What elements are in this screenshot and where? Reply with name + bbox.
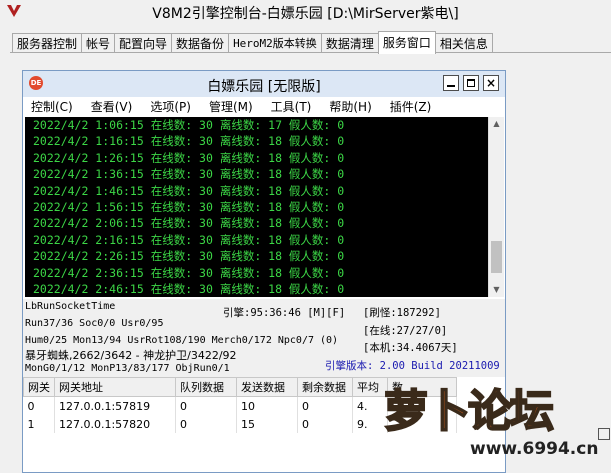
socket-status: LbRunSocketTime (25, 301, 116, 312)
online-count: [在线:27/27/0] (363, 325, 448, 337)
log-line: 2022/4/2 2:16:15 在线数: 30 离线数: 18 假人数: 0 (33, 232, 345, 247)
window-title-bar: V8M2引擎控制台-白嫖乐园 [D:\MirServer紫电\] (0, 0, 611, 24)
menu-manage[interactable]: 管理(M) (201, 97, 253, 117)
window-title: V8M2引擎控制台-白嫖乐园 [D:\MirServer紫电\] (152, 6, 459, 22)
log-line: 2022/4/2 1:46:15 在线数: 30 离线数: 18 假人数: 0 (33, 183, 345, 198)
log-line: 2022/4/2 1:26:15 在线数: 30 离线数: 18 假人数: 0 (33, 150, 345, 165)
table-cell: 10 (236, 396, 298, 415)
watermark-url: www.6994.cn (470, 439, 599, 459)
boss-status: 暴牙蜘蛛,2662/3642 - 神龙护卫/3422/92 (25, 349, 237, 362)
table-cell: 0 (297, 415, 353, 433)
site-watermark: 萝卜论坛 www.6994.cn (383, 371, 611, 471)
engine-runtime: 引擎:95:36:46 [M][F] (223, 307, 346, 319)
column-header[interactable]: 发送数据 (236, 377, 298, 397)
menu-tools[interactable]: 工具(T) (263, 97, 312, 117)
tab-data-backup[interactable]: 数据备份 (171, 33, 230, 54)
watermark-logo: 萝卜论坛 (383, 385, 555, 438)
console-scrollbar[interactable]: ▲ ▼ (488, 117, 504, 297)
log-line: 2022/4/2 1:16:15 在线数: 30 离线数: 18 假人数: 0 (33, 134, 345, 149)
hum-stats: Hum0/25 Mon13/94 UsrRot108/190 Merch0/17… (25, 335, 339, 346)
column-header[interactable]: 网关 (23, 377, 55, 397)
minimize-button[interactable] (443, 75, 459, 91)
tab-config-wizard[interactable]: 配置向导 (114, 33, 173, 54)
run-stats: Run37/36 Soc0/0 Usr0/95 (25, 318, 164, 329)
scroll-thumb[interactable] (491, 241, 502, 273)
local-uptime: [本机:34.4067天] (363, 342, 458, 354)
log-line: 2022/4/2 2:06:15 在线数: 30 离线数: 18 假人数: 0 (33, 216, 345, 231)
status-panel: LbRunSocketTime 引擎:95:36:46 [M][F] [刷怪:1… (23, 299, 505, 377)
tab-herom2-convert[interactable]: HeroM2版本转换 (228, 33, 322, 54)
refresh-monster-count: [刷怪:187292] (363, 307, 441, 319)
menu-options[interactable]: 选项(P) (142, 97, 191, 117)
log-line: 2022/4/2 2:36:15 在线数: 30 离线数: 18 假人数: 0 (33, 265, 345, 280)
table-cell: 0 (23, 396, 55, 415)
engine-window-title: 白嫖乐园 [无限版] (207, 79, 321, 95)
log-line: 2022/4/2 1:36:15 在线数: 30 离线数: 18 假人数: 0 (33, 167, 345, 182)
column-header[interactable]: 平均 (352, 377, 388, 397)
table-cell: 127.0.0.1:57820 (54, 415, 176, 433)
table-cell: 0 (175, 396, 237, 415)
menu-control[interactable]: 控制(C) (23, 97, 73, 117)
menu-plugins[interactable]: 插件(Z) (382, 97, 432, 117)
tab-service-window[interactable]: 服务窗口 (377, 31, 436, 54)
engine-title-bar: DE 白嫖乐园 [无限版] × (23, 71, 505, 97)
tab-account[interactable]: 帐号 (81, 33, 116, 54)
maximize-button[interactable] (463, 75, 479, 91)
log-console[interactable]: 2022/4/2 1:06:15 在线数: 30 离线数: 17 假人数: 0 … (25, 117, 488, 297)
main-tabs: 服务器控制 帐号 配置向导 数据备份 HeroM2版本转换 数据清理 服务窗口 … (12, 31, 493, 54)
log-line: 2022/4/2 1:56:15 在线数: 30 离线数: 18 假人数: 0 (33, 199, 345, 214)
menu-view[interactable]: 查看(V) (83, 97, 133, 117)
menu-bar: 控制(C) 查看(V) 选项(P) 管理(M) 工具(T) 帮助(H) 插件(Z… (23, 97, 505, 117)
tab-server-control[interactable]: 服务器控制 (12, 33, 83, 54)
table-cell: 1 (23, 415, 55, 433)
menu-help[interactable]: 帮助(H) (321, 97, 371, 117)
table-cell: 0 (297, 396, 353, 415)
table-cell: 15 (236, 415, 298, 433)
table-cell: 127.0.0.1:57819 (54, 396, 176, 415)
table-cell: 0 (175, 415, 237, 433)
scroll-up-icon[interactable]: ▲ (489, 117, 504, 131)
scroll-down-icon[interactable]: ▼ (489, 283, 504, 297)
log-line: 2022/4/2 1:06:15 在线数: 30 离线数: 17 假人数: 0 (33, 118, 345, 132)
log-line: 2022/4/2 2:46:15 在线数: 30 离线数: 18 假人数: 0 (33, 281, 345, 296)
monster-stats: MonG0/1/12 MonP13/83/177 ObjRun0/1 (25, 363, 230, 374)
column-header[interactable]: 队列数据 (175, 377, 237, 397)
column-header[interactable]: 剩余数据 (297, 377, 353, 397)
table-cell: 4. (352, 396, 388, 415)
tab-related-info[interactable]: 相关信息 (434, 33, 493, 54)
log-line: 2022/4/2 2:26:15 在线数: 30 离线数: 18 假人数: 0 (33, 249, 345, 264)
table-cell: 9. (352, 415, 388, 433)
tab-data-cleanup[interactable]: 数据清理 (320, 33, 379, 54)
close-button[interactable]: × (483, 75, 499, 91)
column-header[interactable]: 网关地址 (54, 377, 176, 397)
